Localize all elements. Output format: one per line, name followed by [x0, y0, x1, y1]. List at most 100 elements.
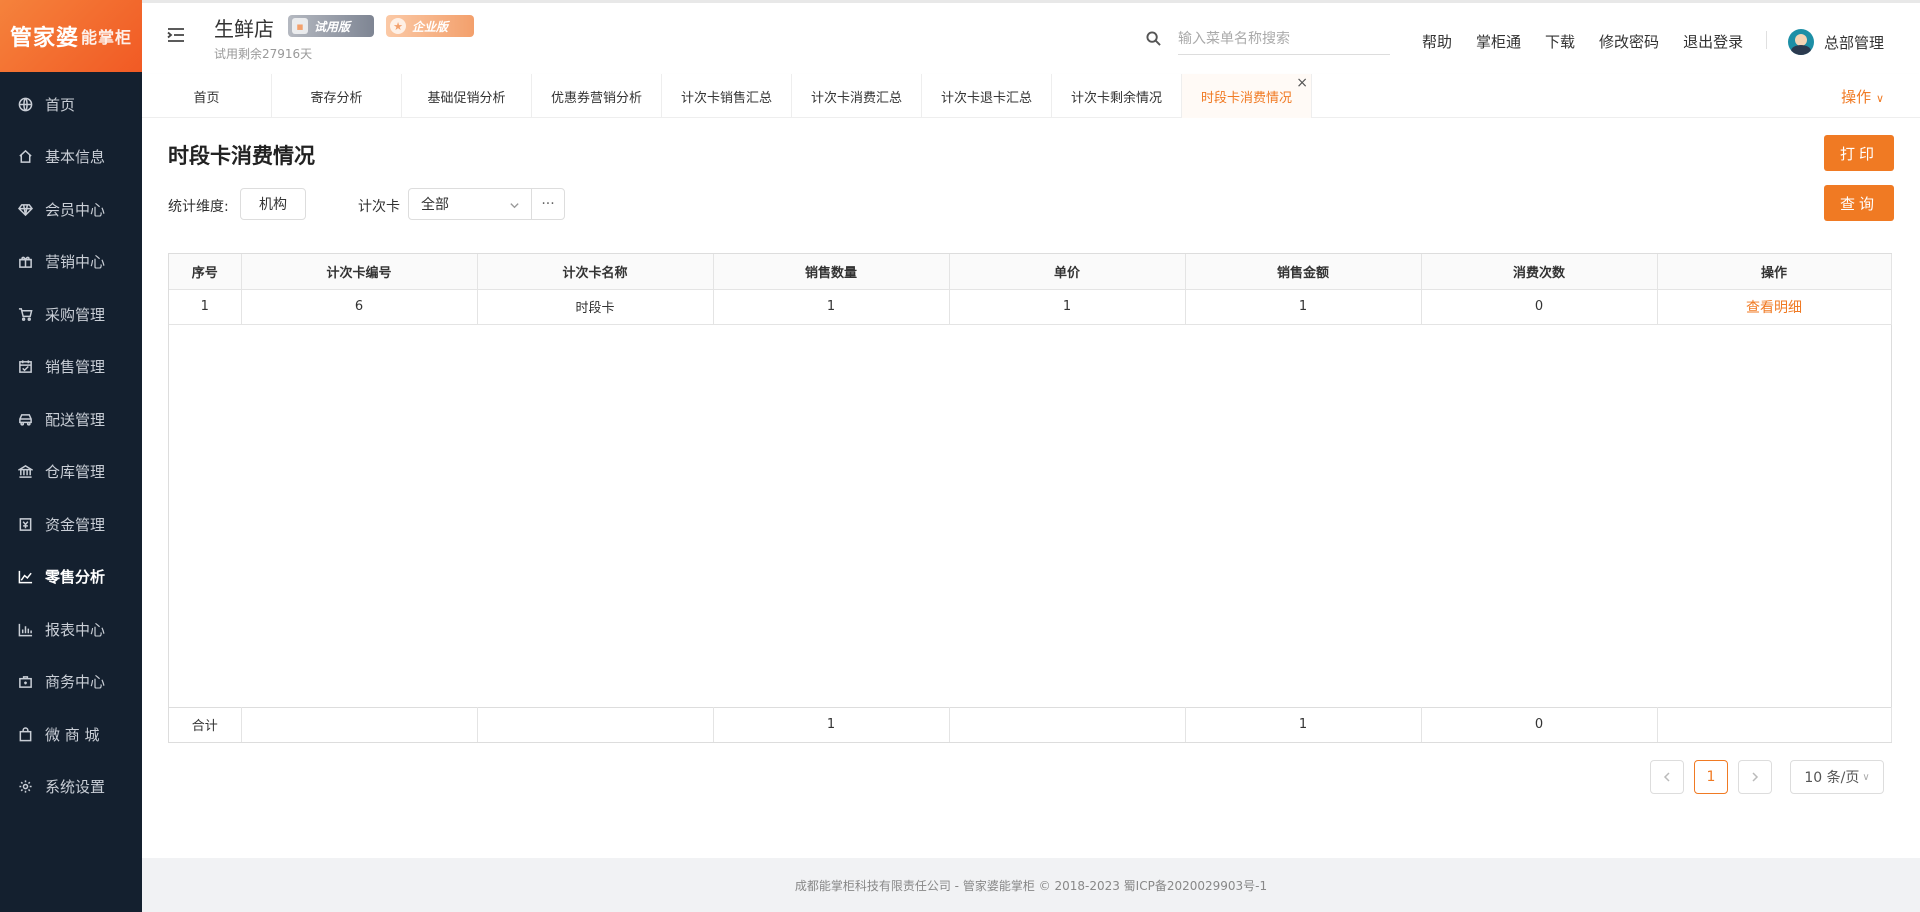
sidebar-item-delivery[interactable]: 配送管理 — [0, 393, 142, 446]
next-page-button[interactable] — [1738, 760, 1772, 794]
col-header-actions: 操作 — [1657, 254, 1892, 290]
sidebar-item-label: 仓库管理 — [45, 463, 106, 482]
sidebar-item-finance[interactable]: 资金管理 — [0, 498, 142, 551]
card-select-value: 全部 — [421, 197, 449, 213]
sidebar-item-basic-info[interactable]: 基本信息 — [0, 131, 142, 184]
col-header-card-name[interactable]: 计次卡名称 — [477, 254, 714, 290]
tab-card-sales-summary[interactable]: 计次卡销售汇总 — [662, 74, 792, 118]
card-select[interactable]: 全部 — [408, 188, 532, 220]
page-size-value: 10 条/页 — [1804, 770, 1860, 786]
user-name: 总部管理 — [1824, 33, 1885, 52]
sidebar-item-business[interactable]: 商务中心 — [0, 656, 142, 709]
tab-card-refund-summary[interactable]: 计次卡退卡汇总 — [922, 74, 1052, 118]
sidebar-item-member-center[interactable]: 会员中心 — [0, 183, 142, 236]
car-icon — [16, 410, 34, 428]
sidebar-item-purchase[interactable]: 采购管理 — [0, 288, 142, 341]
sidebar-item-marketing[interactable]: 营销中心 — [0, 236, 142, 289]
tab-card-consume-summary[interactable]: 计次卡消费汇总 — [792, 74, 922, 118]
star-icon: ★ — [390, 18, 406, 34]
totals-empty — [1657, 707, 1892, 742]
sidebar-item-label: 资金管理 — [45, 515, 106, 534]
view-details-link[interactable]: 查看明细 — [1657, 289, 1892, 325]
zhanggui-tong-link[interactable]: 掌柜通 — [1476, 31, 1521, 52]
totals-label: 合计 — [169, 707, 242, 742]
tab-label: 时段卡消费情况 — [1200, 90, 1292, 106]
user-menu[interactable]: 总部管理 — [1788, 29, 1884, 55]
tab-bar: 首页 寄存分析 基础促销分析 优惠券营销分析 计次卡销售汇总 计次卡消费汇总 计… — [142, 74, 1920, 118]
chevron-down-icon — [509, 199, 519, 209]
menu-toggle-icon[interactable] — [166, 25, 186, 45]
col-header-sales-qty[interactable]: 销售数量 — [713, 254, 950, 290]
enterprise-badge-label: 企业版 — [412, 19, 449, 34]
col-header-index[interactable]: 序号 — [169, 254, 242, 290]
tab-card-remaining[interactable]: 计次卡剩余情况 — [1052, 74, 1182, 118]
totals-empty — [241, 707, 478, 742]
table-totals: 合计 1 1 0 — [169, 706, 1892, 742]
cell-index: 1 — [169, 289, 242, 325]
sidebar-item-warehouse[interactable]: 仓库管理 — [0, 446, 142, 499]
menu-search — [1142, 23, 1390, 55]
table-row: 1 6 时段卡 1 1 1 0 查看明细 — [169, 289, 1892, 325]
dimension-label: 统计维度: — [168, 199, 229, 215]
col-header-sales-amount[interactable]: 销售金额 — [1185, 254, 1422, 290]
sidebar-item-label: 基本信息 — [45, 148, 106, 167]
sidebar-item-label: 首页 — [45, 95, 76, 114]
data-table: 序号 计次卡编号 计次卡名称 销售数量 单价 销售金额 消费次数 操作 1 6 … — [168, 253, 1892, 743]
sidebar-item-label: 营销中心 — [45, 253, 106, 272]
tab-operations-label: 操作 — [1841, 88, 1872, 106]
tab-coupon-analysis[interactable]: 优惠券营销分析 — [532, 74, 662, 118]
sidebar-item-retail-analysis[interactable]: 零售分析 — [0, 551, 142, 604]
download-link[interactable]: 下载 — [1545, 31, 1575, 52]
bank-icon — [16, 463, 34, 481]
table-grid: 序号 计次卡编号 计次卡名称 销售数量 单价 销售金额 消费次数 操作 1 6 … — [169, 254, 1892, 325]
col-header-card-code[interactable]: 计次卡编号 — [241, 254, 478, 290]
col-header-consume-times[interactable]: 消费次数 — [1421, 254, 1658, 290]
tab-period-card-consumption[interactable]: 时段卡消费情况 × — [1182, 74, 1312, 118]
sidebar-item-label: 系统设置 — [45, 778, 106, 797]
sidebar-nav: 首页 基本信息 会员中心 营销中心 采购管理 销售管理 配送管理 仓库管理 资金… — [0, 72, 142, 813]
area-chart-icon — [16, 568, 34, 586]
gear-icon — [16, 778, 34, 796]
col-header-unit-price[interactable]: 单价 — [949, 254, 1186, 290]
page-title: 时段卡消费情况 — [168, 144, 315, 168]
tab-deposit-analysis[interactable]: 寄存分析 — [272, 74, 402, 118]
sidebar-item-home[interactable]: 首页 — [0, 78, 142, 131]
totals-times: 0 — [1421, 707, 1658, 742]
sidebar-item-settings[interactable]: 系统设置 — [0, 761, 142, 814]
tab-home[interactable]: 首页 — [142, 74, 272, 118]
sidebar-item-label: 配送管理 — [45, 410, 106, 429]
sidebar-item-label: 微 商 城 — [45, 725, 100, 744]
table-header-row: 序号 计次卡编号 计次卡名称 销售数量 单价 销售金额 消费次数 操作 — [169, 254, 1892, 290]
totals-empty — [477, 707, 714, 742]
cell-card-code: 6 — [241, 289, 478, 325]
bag-icon — [16, 725, 34, 743]
more-options-button[interactable]: ··· — [531, 188, 565, 220]
sidebar-item-micro-mall[interactable]: 微 商 城 — [0, 708, 142, 761]
sidebar-item-reports[interactable]: 报表中心 — [0, 603, 142, 656]
cell-unit-price: 1 — [949, 289, 1186, 325]
brand-logo[interactable]: 管家婆 能掌柜 — [0, 0, 142, 72]
help-link[interactable]: 帮助 — [1422, 31, 1452, 52]
totals-empty — [949, 707, 1186, 742]
tab-operations-dropdown[interactable]: 操作 ∨ — [1841, 86, 1884, 107]
page-size-select[interactable]: 10 条/页 ∨ — [1790, 760, 1884, 794]
close-icon[interactable]: × — [1296, 76, 1308, 90]
card-filter-label: 计次卡 — [358, 199, 400, 215]
main-content: 时段卡消费情况 打印 查询 统计维度: 机构 计次卡 全部 ··· 序号 计次卡… — [142, 118, 1920, 858]
sidebar-item-label: 零售分析 — [45, 568, 106, 587]
print-button[interactable]: 打印 — [1824, 135, 1894, 171]
dimension-chip[interactable]: 机构 — [240, 188, 306, 220]
sidebar-item-sales[interactable]: 销售管理 — [0, 341, 142, 394]
trial-badge-label: 试用版 — [314, 19, 351, 34]
logo-main: 管家婆 — [9, 26, 79, 51]
cart-icon — [16, 305, 34, 323]
tab-basic-promo-analysis[interactable]: 基础促销分析 — [402, 74, 532, 118]
search-icon[interactable] — [1146, 31, 1162, 47]
logout-link[interactable]: 退出登录 — [1683, 31, 1743, 52]
change-password-link[interactable]: 修改密码 — [1599, 31, 1659, 52]
search-input[interactable] — [1178, 23, 1390, 55]
page-number-current[interactable]: 1 — [1694, 760, 1728, 794]
query-button[interactable]: 查询 — [1824, 185, 1894, 221]
prev-page-button[interactable] — [1650, 760, 1684, 794]
sidebar: 管家婆 能掌柜 首页 基本信息 会员中心 营销中心 采购管理 销售管理 配送管理… — [0, 0, 142, 912]
